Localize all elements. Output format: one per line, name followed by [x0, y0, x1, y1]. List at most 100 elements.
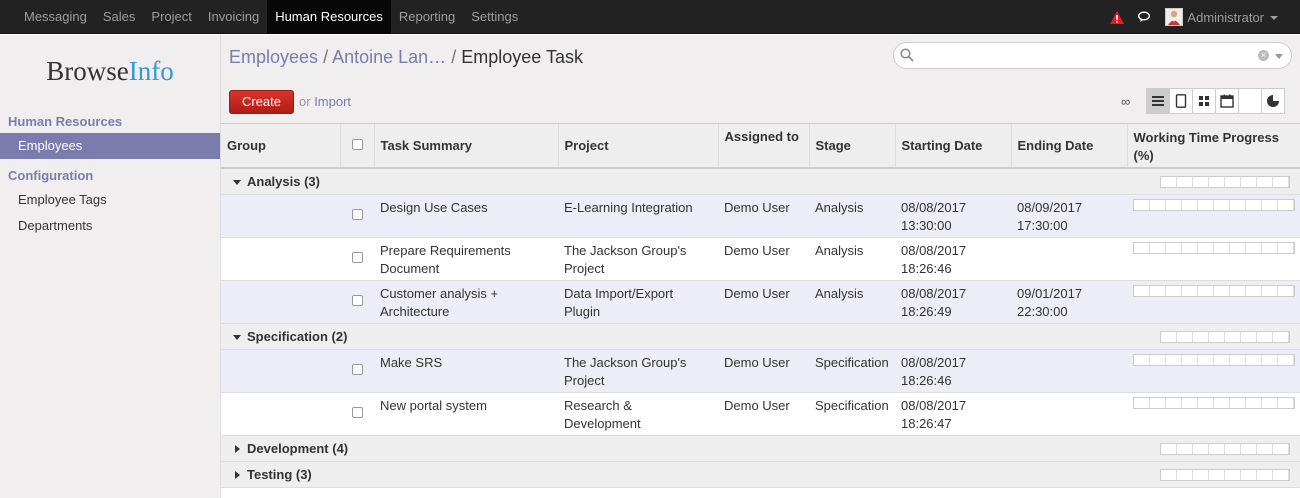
cell-ending-date [1011, 237, 1127, 281]
chat-icon[interactable] [1137, 9, 1153, 25]
group-cell [221, 237, 340, 281]
table-row[interactable]: Prepare Requirements Document The Jackson… [221, 237, 1300, 281]
column-header-ending-date[interactable]: Ending Date [1011, 124, 1128, 169]
table-row[interactable]: Customer analysis + Architecture Data Imp… [221, 280, 1300, 324]
progress-bar [1160, 330, 1290, 343]
select-all-checkbox[interactable] [351, 139, 363, 150]
form-view-icon[interactable] [1169, 88, 1193, 114]
column-header-stage[interactable]: Stage [809, 124, 896, 169]
cell-starting-date: 08/08/2017 13:30:00 [895, 194, 1011, 238]
cell-starting-date: 08/08/2017 18:26:49 [895, 280, 1011, 324]
sidebar-item-employee-tags[interactable]: Employee Tags [0, 187, 220, 213]
clear-search-icon[interactable]: × [1258, 50, 1269, 61]
table-row[interactable]: Make SRS The Jackson Group's Project Demo … [221, 349, 1300, 393]
progress-bar [1133, 353, 1295, 366]
caret-right-icon[interactable] [235, 471, 240, 480]
import-button[interactable]: Import [314, 94, 351, 109]
cell-project: The Jackson Group's Project [558, 237, 718, 281]
sidebar: BrowseInfo Human Resources Employees Confi… [0, 35, 221, 498]
menu-item-settings[interactable]: Settings [463, 0, 526, 34]
cell-ending-date [1011, 392, 1127, 436]
graph-view-icon[interactable] [1261, 88, 1285, 114]
group-header: Analysis (3) [221, 168, 1127, 195]
progress-bar [1160, 442, 1290, 455]
search-icon [900, 48, 914, 65]
menu-item-messaging[interactable]: Messaging [16, 0, 95, 34]
sidebar-heading-configuration[interactable]: Configuration [0, 165, 220, 187]
kanban-view-icon[interactable] [1192, 88, 1216, 114]
menu-item-reporting[interactable]: Reporting [391, 0, 463, 34]
row-checkbox[interactable] [351, 406, 363, 418]
select-cell [340, 194, 374, 238]
user-menu[interactable]: Administrator [1165, 8, 1278, 26]
menu-item-human-resources[interactable]: Human Resources [267, 0, 391, 34]
cell-project: Data Import/Export Plugin [558, 280, 718, 324]
group-row[interactable]: Testing (3) [221, 461, 1300, 488]
list-view-icon[interactable] [1146, 88, 1170, 114]
group-header: Testing (3) [221, 461, 1127, 488]
caret-down-icon[interactable] [233, 179, 241, 185]
group-row[interactable]: Specification (2) [221, 323, 1300, 350]
column-header-task-summary[interactable]: Task Summary [374, 124, 559, 169]
column-header-group[interactable]: Group [221, 124, 341, 169]
search-options-icon[interactable] [1275, 54, 1283, 59]
cell-stage: Specification [809, 392, 895, 436]
sidebar-heading-human-resources[interactable]: Human Resources [0, 111, 220, 133]
sidebar-item-departments[interactable]: Departments [0, 213, 220, 239]
breadcrumb: Employees / Antoine Lan… / Employee Task [229, 47, 583, 68]
group-header: Specification (2) [221, 323, 1127, 350]
gantt-view-button[interactable] [1238, 88, 1262, 114]
group-row[interactable]: Development (4) [221, 435, 1300, 462]
column-header-starting-date[interactable]: Starting Date [895, 124, 1012, 169]
table-row[interactable]: Design Use Cases E-Learning Integration De… [221, 194, 1300, 238]
table-row[interactable]: New portal system Research & Development D… [221, 392, 1300, 436]
menu-item-invoicing[interactable]: Invoicing [200, 0, 267, 34]
cell-assigned-to: Demo User [718, 280, 809, 324]
select-cell [340, 280, 374, 324]
group-cell [221, 280, 340, 324]
logo: BrowseInfo [0, 35, 220, 111]
search-input[interactable]: × [893, 42, 1292, 69]
cell-task-summary: Design Use Cases [374, 194, 558, 238]
cell-starting-date: 08/08/2017 18:26:46 [895, 237, 1011, 281]
cell-assigned-to: Demo User [718, 194, 809, 238]
calendar-view-icon[interactable] [1215, 88, 1239, 114]
select-cell [340, 349, 374, 393]
menu-item-project[interactable]: Project [143, 0, 199, 34]
logo-text-browse: Browse [46, 56, 129, 86]
column-header-project[interactable]: Project [558, 124, 719, 169]
group-row[interactable]: Analysis (3) [221, 168, 1300, 195]
cell-starting-date: 08/08/2017 18:26:47 [895, 392, 1011, 436]
column-header-working-time-progress[interactable]: Working Time Progress (%) [1127, 124, 1300, 169]
chevron-down-icon [1270, 16, 1278, 20]
cell-assigned-to: Demo User [718, 349, 809, 393]
cell-ending-date [1011, 349, 1127, 393]
row-checkbox[interactable] [351, 363, 363, 375]
main-content: Employees / Antoine Lan… / Employee Task… [221, 35, 1300, 498]
cell-assigned-to: Demo User [718, 392, 809, 436]
cell-stage: Analysis [809, 280, 895, 324]
sidebar-item-employees[interactable]: Employees [0, 133, 220, 159]
view-switcher [1146, 88, 1285, 114]
cell-stage: Specification [809, 349, 895, 393]
cell-working-time-progress [1127, 237, 1300, 281]
row-checkbox[interactable] [351, 294, 363, 306]
cell-task-summary: Prepare Requirements Document [374, 237, 558, 281]
create-button[interactable]: Create [229, 90, 294, 114]
breadcrumb-employees[interactable]: Employees [229, 47, 318, 67]
row-checkbox[interactable] [351, 251, 363, 263]
infinity-icon[interactable]: ∞ [1121, 94, 1130, 109]
caret-down-icon[interactable] [233, 334, 241, 340]
menu-item-sales[interactable]: Sales [95, 0, 144, 34]
cell-task-summary: New portal system [374, 392, 558, 436]
cell-starting-date: 08/08/2017 18:26:46 [895, 349, 1011, 393]
breadcrumb-separator: / [323, 47, 329, 67]
column-header-assigned-to[interactable]: Assigned to [718, 124, 810, 169]
breadcrumb-employee[interactable]: Antoine Lan… [332, 47, 446, 67]
cell-assigned-to: Demo User [718, 237, 809, 281]
user-name: Administrator [1187, 9, 1264, 25]
row-checkbox[interactable] [351, 208, 363, 220]
avatar [1165, 8, 1184, 26]
caret-right-icon[interactable] [235, 445, 240, 454]
warning-icon[interactable] [1109, 9, 1125, 25]
